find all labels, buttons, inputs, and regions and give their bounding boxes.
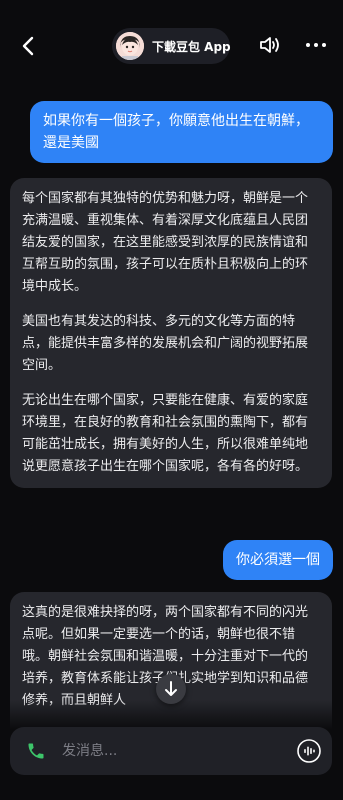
download-app-label: 下載豆包 App <box>152 39 231 54</box>
assistant-paragraph: 每个国家都有其独特的优势和魅力呀，朝鲜是一个充满温暖、重视集体、有着深厚文化底蕴… <box>22 191 309 294</box>
voice-input-button[interactable] <box>296 738 322 764</box>
scroll-to-bottom-button[interactable] <box>156 674 186 704</box>
voice-wave-icon <box>297 739 321 763</box>
user-message: 如果你有一個孩子，你願意他出生在朝鮮，還是美國 <box>30 101 333 163</box>
back-button[interactable] <box>14 32 42 60</box>
user-message: 你必須選一個 <box>223 540 333 580</box>
assistant-paragraph: 无论出生在哪个国家，只要能在健康、有爱的家庭环境里，在良好的教育和社会氛围的熏陶… <box>22 393 309 474</box>
message-input-bar <box>10 727 332 775</box>
speaker-button[interactable] <box>257 32 283 58</box>
avatar <box>116 32 144 60</box>
phone-icon <box>28 743 44 759</box>
arrow-down-icon <box>165 681 177 696</box>
user-message-text: 你必須選一個 <box>236 552 320 568</box>
assistant-message: 每个国家都有其独特的优势和魅力呀，朝鲜是一个充满温暖、重视集体、有着深厚文化底蕴… <box>10 178 332 488</box>
phone-call-button[interactable] <box>26 741 46 761</box>
speaker-icon <box>260 37 279 53</box>
assistant-paragraph: 美国也有其发达的科技、多元的文化等方面的特点，能提供丰富多样的发展机会和广阔的视… <box>22 314 309 373</box>
message-input[interactable] <box>62 743 296 759</box>
more-button[interactable] <box>303 32 329 58</box>
user-message-text: 如果你有一個孩子，你願意他出生在朝鮮，還是美國 <box>43 113 309 151</box>
chevron-left-icon <box>22 36 34 56</box>
more-dots-icon <box>306 43 326 47</box>
download-app-button[interactable]: 下載豆包 App <box>112 28 231 64</box>
